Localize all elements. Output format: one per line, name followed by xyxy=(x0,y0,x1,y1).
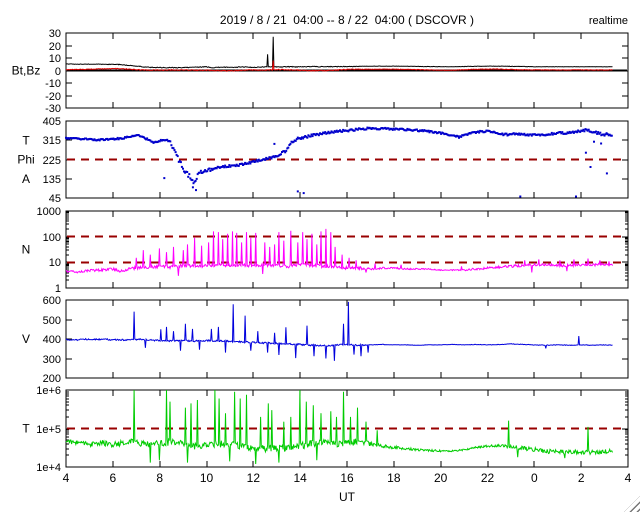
ytick-label: -10 xyxy=(45,78,61,90)
dscovr-realtime-plot-window: 2019 / 8 / 21 04:00 -- 8 / 22 04:00 ( DS… xyxy=(0,0,640,512)
xtick-label: 8 xyxy=(156,471,163,485)
xtick-label: 14 xyxy=(293,471,307,485)
ytick-label: 500 xyxy=(43,315,61,327)
ytick-label: 100 xyxy=(43,232,61,244)
panel-imf-bt-bz: 3020100-10-20-30 Bt,Bz xyxy=(12,28,629,115)
ytick-label: 1e+4 xyxy=(36,462,61,474)
ytick-label: 20 xyxy=(49,41,61,53)
panel-label-t: T xyxy=(22,422,30,436)
panel-phi-angle: 405 315 225 135 45 T Phi A xyxy=(17,116,629,205)
ytick-label: 30 xyxy=(49,28,61,40)
xtick-label: 12 xyxy=(247,471,261,485)
realtime-status-label: realtime xyxy=(588,15,628,27)
series-bz xyxy=(65,60,613,72)
xtick-label: 0 xyxy=(531,471,538,485)
ytick-label: 0 xyxy=(55,66,61,78)
ytick-label: 45 xyxy=(49,193,61,205)
xtick-label: 16 xyxy=(340,471,354,485)
plots-canvas: 3020100-10-20-30Bt,Bz40531522513545TPhiA… xyxy=(12,28,632,485)
xtick-label: 6 xyxy=(109,471,116,485)
ytick-label: 400 xyxy=(43,334,61,346)
xtick-label: 20 xyxy=(434,471,448,485)
ytick-label: 1 xyxy=(55,283,61,295)
ytick-label: 1000 xyxy=(37,206,61,218)
panel-label-phi: Phi xyxy=(17,153,34,167)
ytick-label: 10 xyxy=(49,257,61,269)
xtick-label: 4 xyxy=(625,471,632,485)
xtick-label: 4 xyxy=(63,471,70,485)
ytick-label: 10 xyxy=(49,53,61,65)
panel-label-t: T xyxy=(22,133,30,147)
xtick-label: 10 xyxy=(200,471,214,485)
plot-title: 2019 / 8 / 21 04:00 -- 8 / 22 04:00 ( DS… xyxy=(219,13,475,27)
ytick-label: -30 xyxy=(45,103,61,115)
panel-speed: 600 500 400 300 200 V xyxy=(22,295,629,385)
series-phi xyxy=(65,126,613,198)
ytick-label: 405 xyxy=(43,116,61,128)
xtick-label: 2 xyxy=(578,471,585,485)
ytick-label: -20 xyxy=(45,91,61,103)
xtick-label: 18 xyxy=(387,471,401,485)
panel-label-n: N xyxy=(22,243,31,257)
panel-label-v: V xyxy=(22,332,30,346)
ytick-label: 225 xyxy=(43,155,61,167)
x-axis-label: UT xyxy=(339,490,355,504)
panel-label-a: A xyxy=(22,172,30,186)
series-t xyxy=(65,389,613,465)
ytick-label: 1e+5 xyxy=(36,424,61,436)
xtick-label: 22 xyxy=(481,471,495,485)
series-bt xyxy=(65,36,613,69)
panel-label-bt,bz: Bt,Bz xyxy=(12,64,41,78)
series-v xyxy=(65,301,613,361)
ytick-label: 600 xyxy=(43,295,61,307)
ytick-label: 1e+6 xyxy=(36,385,61,397)
x-axis-tick-labels: 4 6 8 10 12 14 16 18 20 22 0 2 4 xyxy=(63,471,632,485)
ytick-label: 200 xyxy=(43,373,61,385)
ytick-label: 315 xyxy=(43,135,61,147)
panel-density: 1000 100 10 1 N xyxy=(22,206,629,295)
panel-temperature: 1e+6 1e+5 1e+4 T xyxy=(22,385,629,474)
ytick-label: 300 xyxy=(43,354,61,366)
ytick-label: 135 xyxy=(43,174,61,186)
